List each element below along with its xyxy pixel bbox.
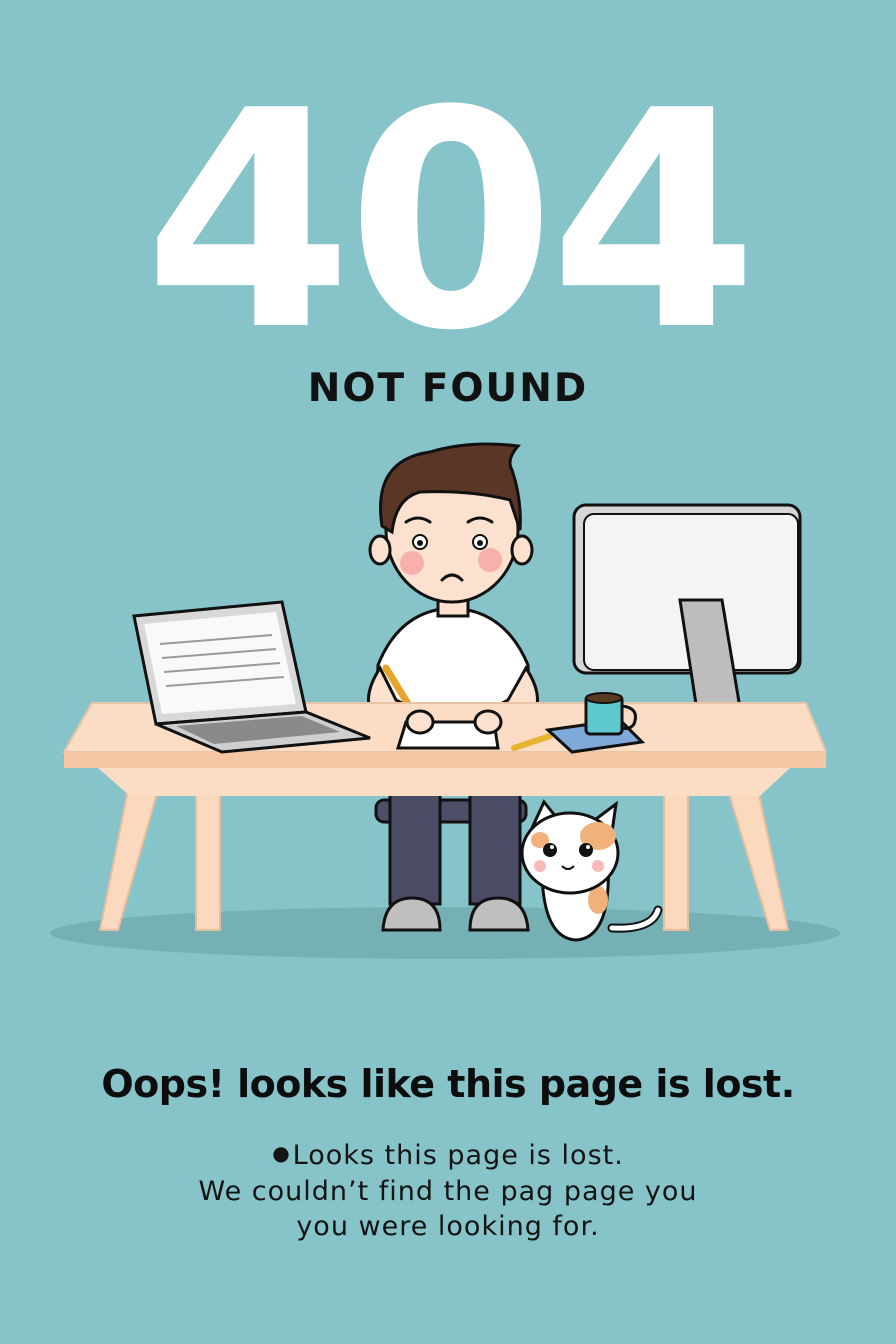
error-message-line-1: ●Looks this page is lost. (0, 1140, 896, 1171)
laptop-illustration (132, 600, 371, 754)
illustration-scene (50, 442, 840, 959)
person-illustration (367, 442, 539, 734)
error-message-line-2: We couldn’t find the pag page you (198, 1176, 698, 1207)
bullet-icon: ● (272, 1141, 291, 1165)
error-headline: Oops! looks like this page is lost. (101, 1062, 795, 1106)
floor-shadow (50, 907, 840, 959)
error-message-line-1-text: Looks this page is lost. (292, 1140, 624, 1171)
error-message-line-3: you were looking for. (296, 1211, 600, 1242)
error-title: NOT FOUND (307, 366, 589, 411)
error-code: 404 (143, 47, 758, 396)
